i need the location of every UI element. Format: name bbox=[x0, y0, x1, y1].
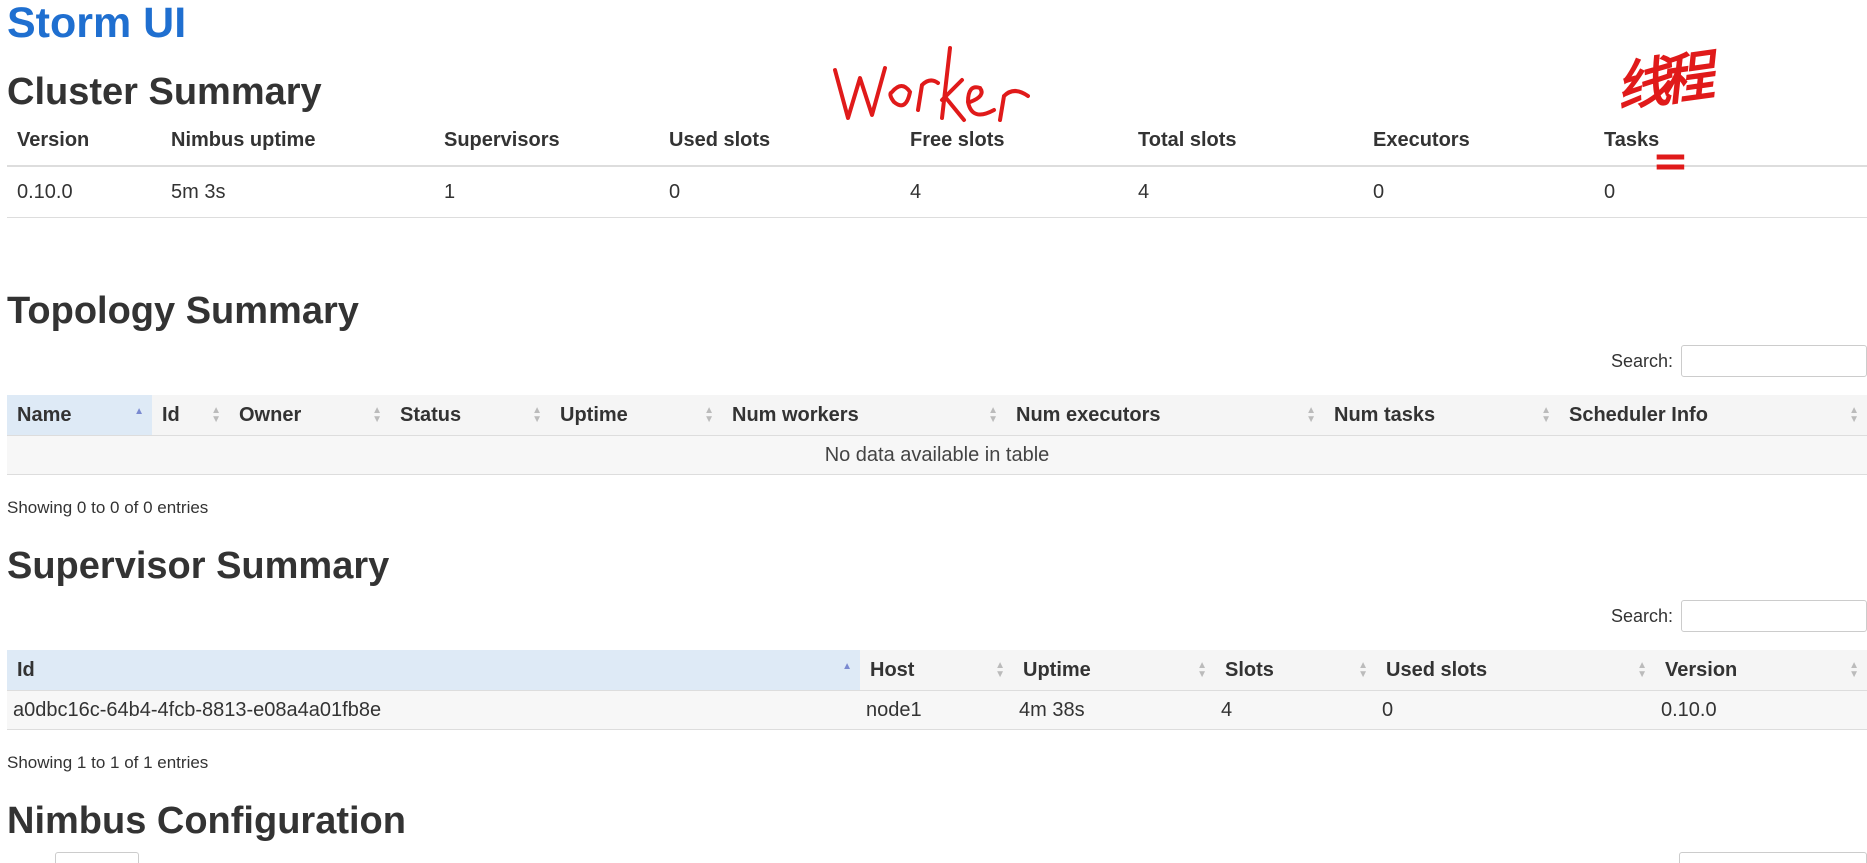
table-row-empty: No data available in table bbox=[7, 435, 1867, 475]
col-status[interactable]: Status ▲ ▼ bbox=[390, 395, 550, 436]
handwritten-annotation-equals: = bbox=[1652, 136, 1702, 187]
cell-uptime: 4m 38s bbox=[1013, 690, 1215, 730]
cluster-summary-table: Version Nimbus uptime Supervisors Used s… bbox=[7, 115, 1867, 218]
col-num-tasks-label: Num tasks bbox=[1334, 403, 1436, 426]
sort-both-icon: ▲ ▼ bbox=[211, 405, 221, 425]
col-num-executors[interactable]: Num executors ▲ ▼ bbox=[1006, 395, 1324, 436]
col-nimbus-uptime: Nimbus uptime bbox=[161, 115, 434, 167]
cell-used-slots: 0 bbox=[659, 166, 900, 218]
topology-search-label: Search: bbox=[1610, 350, 1673, 371]
topology-info: Showing 0 to 0 of 0 entries bbox=[7, 498, 209, 517]
col-id[interactable]: Id ▲ ▼ bbox=[152, 395, 229, 436]
col-executors: Executors bbox=[1363, 115, 1594, 167]
col-host-label: Host bbox=[870, 658, 915, 681]
topology-header-row: Name ▲ Id ▲ ▼ Owner ▲ ▼ Status ▲ ▼ Uptime ▲ ▼ Num… bbox=[7, 395, 1867, 436]
supervisor-summary-title: Supervisor Summary bbox=[7, 545, 390, 587]
col-status-label: Status bbox=[400, 403, 462, 426]
col-num-executors-label: Num executors bbox=[1016, 403, 1161, 426]
nimbus-configuration-title: Nimbus Configuration bbox=[7, 800, 406, 842]
col-used-slots-label: Used slots bbox=[1386, 658, 1488, 681]
col-supervisors: Supervisors bbox=[434, 115, 659, 167]
col-num-workers[interactable]: Num workers ▲ ▼ bbox=[722, 395, 1006, 436]
sort-both-icon: ▲ ▼ bbox=[1541, 405, 1551, 425]
annotation-equals-text: = bbox=[1652, 136, 1689, 187]
nimbus-search-input[interactable] bbox=[1679, 852, 1867, 863]
sort-both-icon: ▲ ▼ bbox=[704, 405, 714, 425]
col-name[interactable]: Name ▲ bbox=[7, 395, 152, 436]
sort-both-icon: ▲ ▼ bbox=[532, 405, 542, 425]
topology-summary-table: Name ▲ Id ▲ ▼ Owner ▲ ▼ Status ▲ ▼ Uptime ▲ ▼ Num… bbox=[7, 395, 1867, 475]
sort-both-icon: ▲ ▼ bbox=[988, 405, 998, 425]
sort-asc-icon: ▲ bbox=[134, 406, 144, 417]
table-row: a0dbc16c-64b4-4fcb-8813-e08a4a01fb8e nod… bbox=[7, 690, 1867, 730]
col-version-label: Version bbox=[1665, 658, 1738, 681]
topology-search: Search: bbox=[1611, 345, 1867, 377]
annotation-thread-text: 线程 bbox=[1611, 45, 1708, 120]
col-version[interactable]: Version ▲ ▼ bbox=[1655, 650, 1867, 691]
col-slots-label: Slots bbox=[1225, 658, 1274, 681]
col-name-label: Name bbox=[17, 403, 72, 426]
page-length-select[interactable] bbox=[55, 852, 139, 863]
sort-both-icon: ▲ ▼ bbox=[1358, 660, 1368, 680]
cell-nimbus-uptime: 5m 3s bbox=[161, 166, 434, 218]
topology-summary-title: Topology Summary bbox=[7, 290, 359, 332]
col-uptime[interactable]: Uptime ▲ ▼ bbox=[1013, 650, 1215, 691]
sort-both-icon: ▲ ▼ bbox=[1306, 405, 1316, 425]
cell-tasks: 0 bbox=[1594, 166, 1867, 218]
cell-supervisors: 1 bbox=[434, 166, 659, 218]
cell-supervisor-id[interactable]: a0dbc16c-64b4-4fcb-8813-e08a4a01fb8e bbox=[7, 690, 860, 730]
sort-asc-icon: ▲ bbox=[842, 661, 852, 672]
col-host[interactable]: Host ▲ ▼ bbox=[860, 650, 1013, 691]
col-total-slots: Total slots bbox=[1128, 115, 1363, 167]
cell-version: 0.10.0 bbox=[7, 166, 161, 218]
topology-search-input[interactable] bbox=[1681, 345, 1867, 377]
supervisor-search: Search: bbox=[1611, 600, 1867, 632]
empty-table-message: No data available in table bbox=[7, 435, 1867, 475]
col-version: Version bbox=[7, 115, 161, 167]
supervisor-search-label: Search: bbox=[1610, 605, 1673, 626]
supervisor-info: Showing 1 to 1 of 1 entries bbox=[7, 753, 209, 772]
col-id-label: Id bbox=[17, 658, 35, 681]
handwritten-annotation-thread: 线程 bbox=[1607, 38, 1727, 133]
col-id-label: Id bbox=[162, 403, 180, 426]
col-owner[interactable]: Owner ▲ ▼ bbox=[229, 395, 390, 436]
supervisor-header-row: Id ▲ Host ▲ ▼ Uptime ▲ ▼ Slots ▲ ▼ Used slots ▲ ▼… bbox=[7, 650, 1867, 691]
sort-both-icon: ▲ ▼ bbox=[372, 405, 382, 425]
col-num-tasks[interactable]: Num tasks ▲ ▼ bbox=[1324, 395, 1559, 436]
cell-slots: 4 bbox=[1215, 690, 1376, 730]
cell-executors: 0 bbox=[1363, 166, 1594, 218]
col-id[interactable]: Id ▲ bbox=[7, 650, 860, 691]
sort-both-icon: ▲ ▼ bbox=[995, 660, 1005, 680]
sort-both-icon: ▲ ▼ bbox=[1849, 405, 1859, 425]
cell-host[interactable]: node1 bbox=[860, 690, 1013, 730]
col-uptime-label: Uptime bbox=[1023, 658, 1091, 681]
handwritten-annotation-worker bbox=[833, 46, 1030, 122]
app-title[interactable]: Storm UI bbox=[7, 0, 186, 46]
supervisor-summary-table: Id ▲ Host ▲ ▼ Uptime ▲ ▼ Slots ▲ ▼ Used slots ▲ ▼… bbox=[7, 650, 1867, 730]
sort-both-icon: ▲ ▼ bbox=[1637, 660, 1647, 680]
col-uptime[interactable]: Uptime ▲ ▼ bbox=[550, 395, 722, 436]
supervisor-search-input[interactable] bbox=[1681, 600, 1867, 632]
col-owner-label: Owner bbox=[239, 403, 302, 426]
col-slots[interactable]: Slots ▲ ▼ bbox=[1215, 650, 1376, 691]
col-used-slots[interactable]: Used slots ▲ ▼ bbox=[1376, 650, 1655, 691]
storm-ui-page: Storm UI Cluster Summary Version Nimbus … bbox=[7, 0, 1867, 863]
cell-used-slots: 0 bbox=[1376, 690, 1655, 730]
col-scheduler-info-label: Scheduler Info bbox=[1569, 403, 1708, 426]
cell-total-slots: 4 bbox=[1128, 166, 1363, 218]
col-uptime-label: Uptime bbox=[560, 403, 628, 426]
col-scheduler-info[interactable]: Scheduler Info ▲ ▼ bbox=[1559, 395, 1867, 436]
cell-version: 0.10.0 bbox=[1655, 690, 1867, 730]
col-num-workers-label: Num workers bbox=[732, 403, 859, 426]
cell-free-slots: 4 bbox=[900, 166, 1128, 218]
cluster-summary-title: Cluster Summary bbox=[7, 71, 322, 113]
sort-both-icon: ▲ ▼ bbox=[1849, 660, 1859, 680]
cluster-summary-row: 0.10.0 5m 3s 1 0 4 4 0 0 bbox=[7, 166, 1867, 218]
sort-both-icon: ▲ ▼ bbox=[1197, 660, 1207, 680]
